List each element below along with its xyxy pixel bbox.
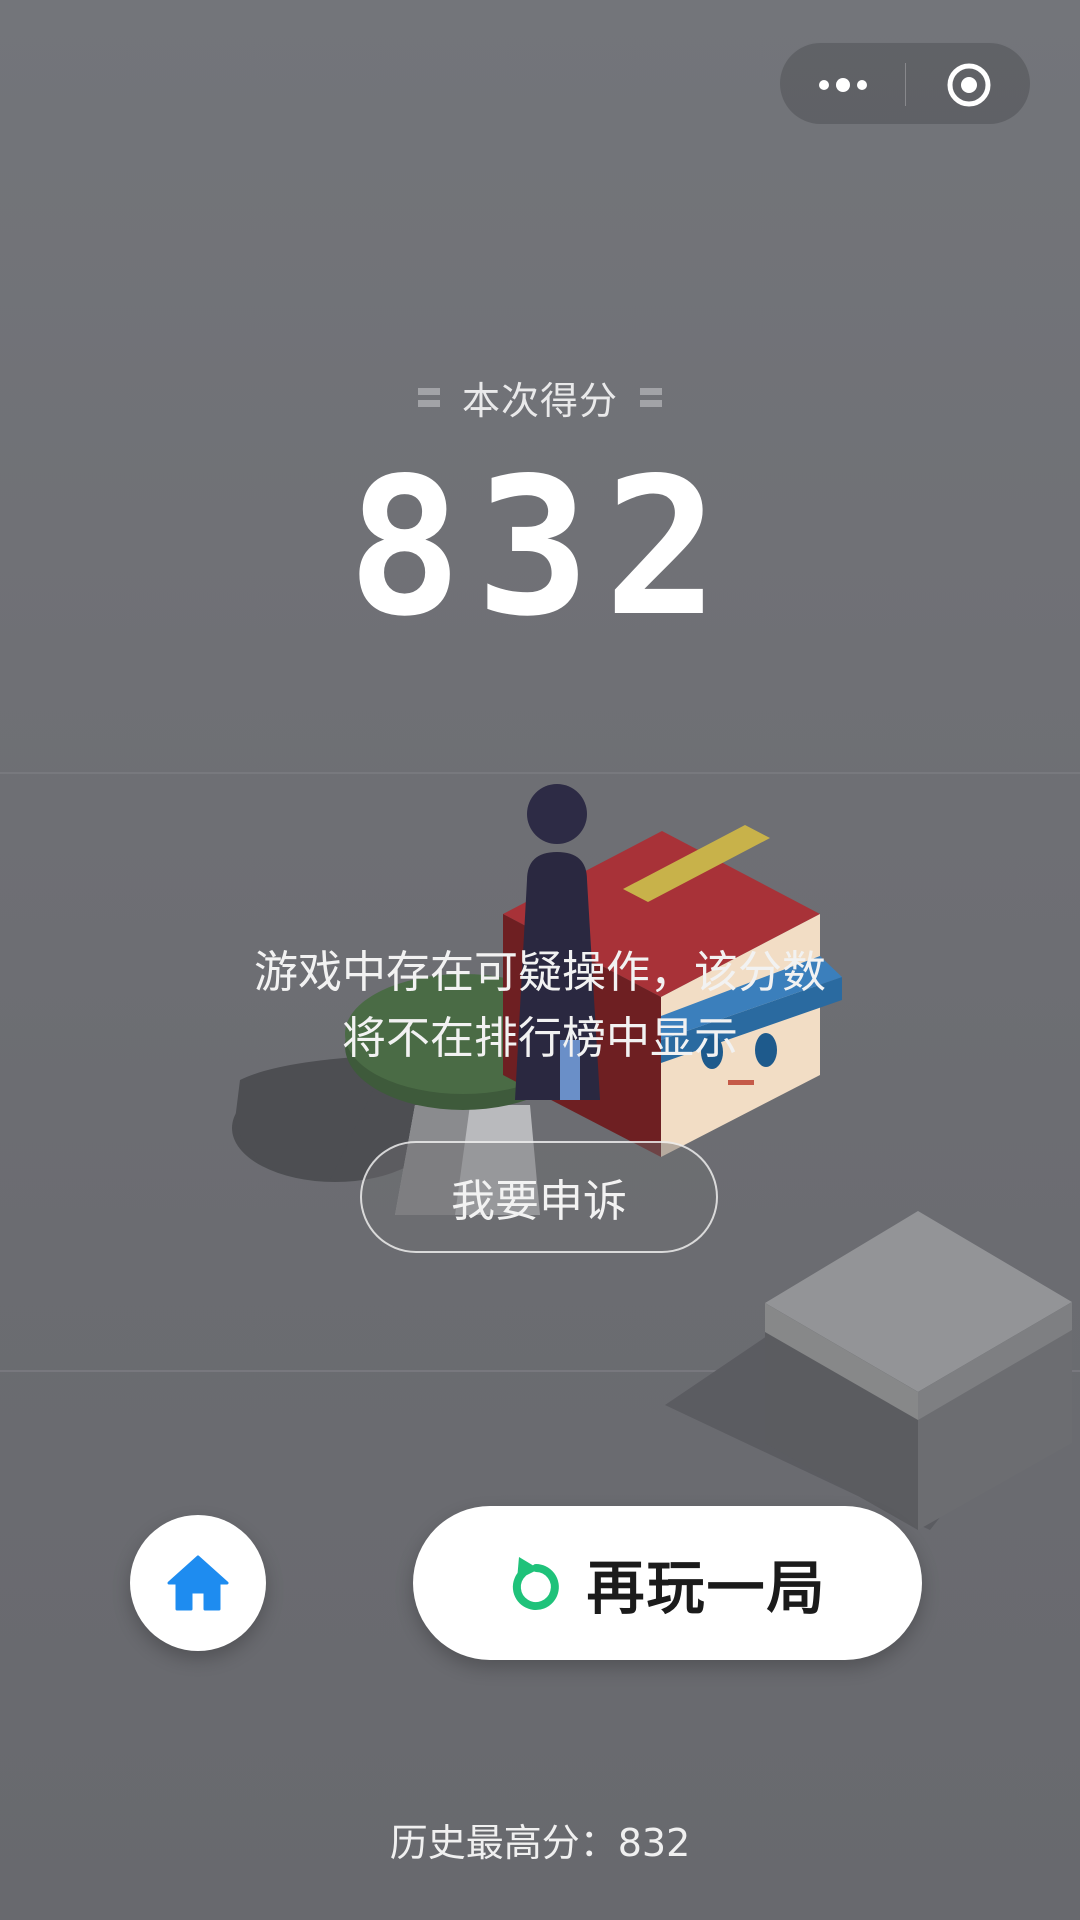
score-label-row: 本次得分	[0, 372, 1080, 423]
right-deco-icon	[640, 384, 662, 410]
appeal-button[interactable]: 我要申诉	[360, 1141, 718, 1253]
target-close-icon	[947, 63, 991, 106]
best-score: 历史最高分：832	[389, 1821, 691, 1865]
warning-line-2: 将不在排行榜中显示	[342, 1013, 738, 1064]
current-score: 832	[347, 437, 733, 658]
mini-program-capsule	[779, 42, 1031, 125]
replay-button[interactable]: 再玩一局	[413, 1506, 922, 1660]
suspicious-warning: 游戏中存在可疑操作，该分数 将不在排行榜中显示	[140, 940, 940, 1072]
more-dots-icon	[818, 77, 867, 92]
score-label: 本次得分	[461, 378, 618, 423]
left-deco-icon	[417, 384, 440, 410]
grey-block-platform	[665, 1211, 1072, 1530]
more-button[interactable]	[780, 43, 905, 126]
home-icon	[167, 1555, 229, 1611]
replay-icon	[513, 1557, 560, 1610]
replay-label: 再玩一局	[586, 1554, 827, 1622]
warning-line-1: 游戏中存在可疑操作，该分数	[254, 947, 826, 998]
close-button[interactable]	[906, 43, 1032, 126]
home-button[interactable]	[130, 1515, 266, 1651]
